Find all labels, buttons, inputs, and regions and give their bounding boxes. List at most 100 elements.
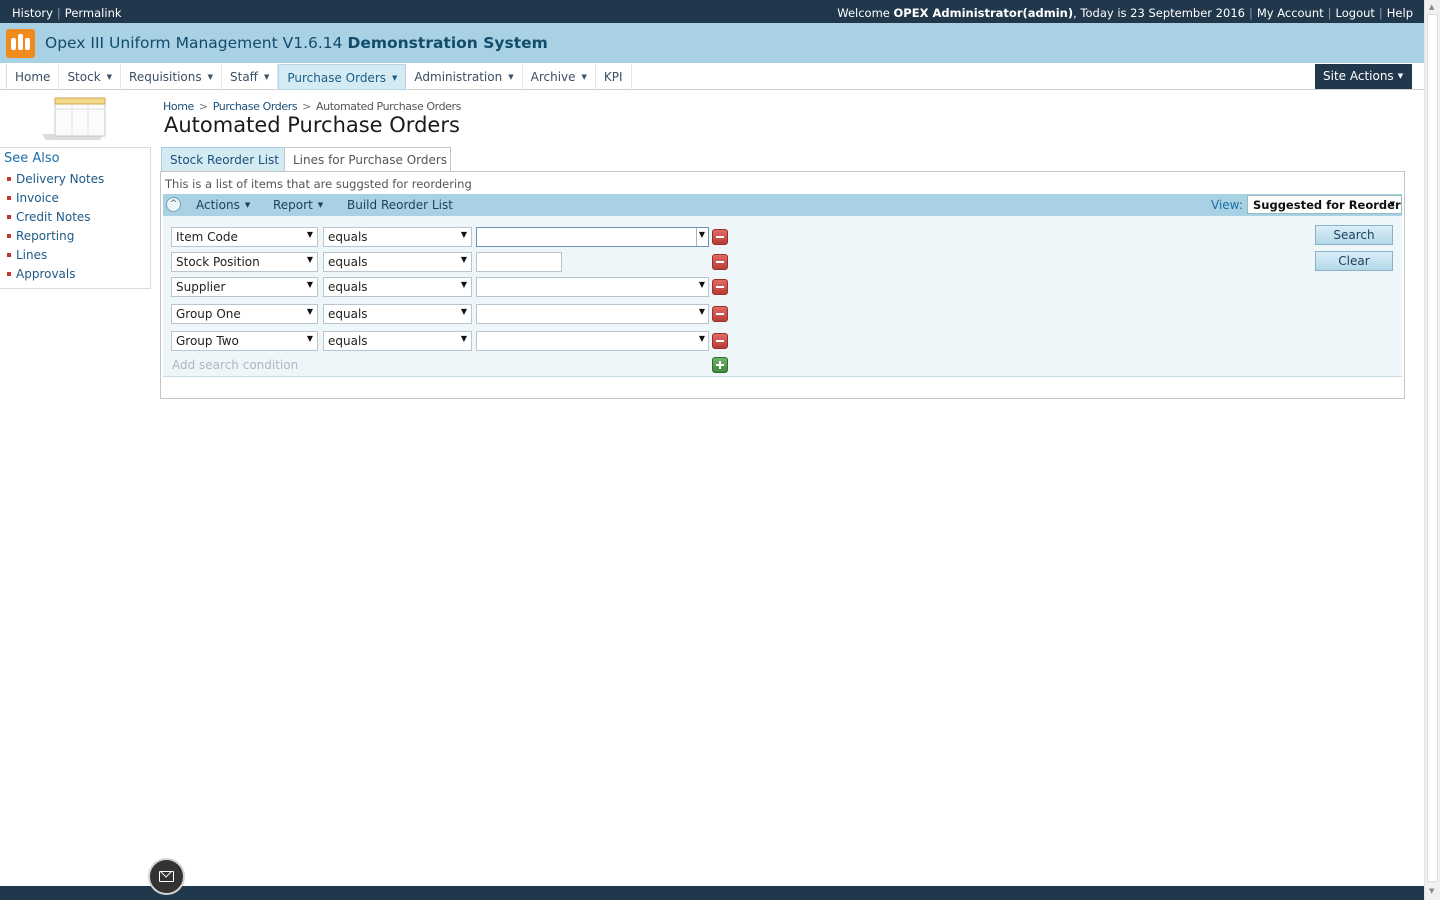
- breadcrumb-purchase-orders[interactable]: Purchase Orders: [213, 100, 298, 113]
- my-account-link[interactable]: My Account: [1257, 6, 1324, 20]
- app-logo-icon[interactable]: [6, 29, 35, 58]
- field-select-group-two[interactable]: Group Two ▼: [171, 331, 318, 351]
- add-condition-plus-icon[interactable]: [712, 357, 728, 373]
- view-select[interactable]: Suggested for Reorder ▼: [1247, 195, 1402, 214]
- remove-condition-minus-icon[interactable]: [712, 333, 728, 349]
- tab-stock-reorder-list[interactable]: Stock Reorder List: [161, 147, 285, 172]
- bullet-icon: [7, 215, 11, 219]
- nav-item-archive[interactable]: Archive ▼: [523, 64, 596, 90]
- tab-lines-for-purchase-orders[interactable]: Lines for Purchase Orders: [284, 147, 451, 172]
- chevron-down-icon: ▼: [106, 73, 113, 81]
- nav-item-stock[interactable]: Stock ▼: [59, 64, 122, 90]
- top-bar-left: History | Permalink: [12, 6, 122, 20]
- field-select-item-code[interactable]: Item Code ▼: [171, 227, 318, 247]
- welcome-text: Welcome: [837, 6, 894, 20]
- actions-menu[interactable]: Actions ▼: [196, 198, 250, 212]
- today-text: , Today is 23 September 2016: [1073, 6, 1245, 20]
- dropdown-arrow-icon: ▼: [306, 334, 313, 343]
- scrollbar-thumb[interactable]: [1427, 14, 1438, 882]
- operator-select-group-two[interactable]: equals ▼: [323, 331, 472, 351]
- build-reorder-list-button[interactable]: Build Reorder List: [347, 198, 453, 212]
- dropdown-arrow-icon: ▼: [460, 307, 467, 316]
- operator-select-supplier[interactable]: equals ▼: [323, 277, 472, 297]
- view-label: View:: [1211, 198, 1243, 212]
- list-toolbar: ^ Actions ▼ Report ▼ Build Reorder List Vi…: [163, 194, 1402, 216]
- site-actions-button[interactable]: Site Actions ▼: [1315, 64, 1412, 89]
- see-also-panel: See Also Delivery Notes Invoice Credit Not…: [0, 147, 151, 289]
- remove-condition-minus-icon[interactable]: [712, 306, 728, 322]
- see-also-list: Delivery Notes Invoice Credit Notes Reporti…: [7, 172, 104, 286]
- dropdown-arrow-icon: ▼: [460, 334, 467, 343]
- dropdown-arrow-icon: ▼: [460, 280, 467, 289]
- nav-item-purchase-orders[interactable]: Purchase Orders ▼: [278, 64, 407, 90]
- dropdown-arrow-icon: ▼: [698, 280, 705, 289]
- dropdown-arrow-icon: ▼: [306, 255, 313, 264]
- help-link[interactable]: Help: [1387, 6, 1413, 20]
- nav-item-home[interactable]: Home: [7, 64, 60, 90]
- dropdown-arrow-icon: ▼: [306, 280, 313, 289]
- see-also-link-delivery-notes[interactable]: Delivery Notes: [7, 172, 104, 191]
- see-also-title: See Also: [4, 151, 60, 166]
- chevron-down-icon: ▼: [263, 73, 270, 81]
- breadcrumb-home[interactable]: Home: [163, 100, 194, 113]
- top-bar-right: Welcome OPEX Administrator(admin), Today…: [837, 6, 1413, 20]
- remove-condition-minus-icon[interactable]: [712, 254, 728, 270]
- list-description: This is a list of items that are suggste…: [165, 177, 472, 191]
- page-image-icon: [42, 97, 106, 140]
- see-also-link-approvals[interactable]: Approvals: [7, 267, 104, 286]
- permalink-link[interactable]: Permalink: [65, 6, 122, 20]
- dropdown-arrow-icon: ▼: [306, 230, 313, 239]
- history-link[interactable]: History: [12, 6, 53, 20]
- dropdown-arrow-icon: ▼: [698, 334, 705, 343]
- scroll-down-icon[interactable]: ▼: [1429, 887, 1434, 895]
- dropdown-arrow-icon: ▼: [306, 307, 313, 316]
- nav-item-administration[interactable]: Administration ▼: [406, 64, 523, 90]
- search-conditions-area: Item Code ▼ equals ▼ ▼ Stock Position ▼ equals ▼…: [163, 216, 1402, 377]
- add-search-condition-link[interactable]: Add search condition: [172, 358, 298, 372]
- remove-condition-minus-icon[interactable]: [712, 279, 728, 295]
- scroll-up-icon[interactable]: ▲: [1429, 3, 1434, 11]
- value-combo-item-code[interactable]: ▼: [476, 227, 709, 247]
- clear-button[interactable]: Clear: [1315, 251, 1393, 271]
- chevron-down-icon: ▼: [207, 73, 213, 81]
- field-select-supplier[interactable]: Supplier ▼: [171, 277, 318, 297]
- nav-item-requisitions[interactable]: Requisitions ▼: [121, 64, 222, 90]
- logout-link[interactable]: Logout: [1336, 6, 1375, 20]
- value-combo-group-one[interactable]: ▼: [476, 304, 709, 324]
- field-select-stock-position[interactable]: Stock Position ▼: [171, 252, 318, 272]
- bottom-bar: [0, 886, 1424, 900]
- nav-item-staff[interactable]: Staff ▼: [222, 64, 279, 90]
- operator-select-stock-position[interactable]: equals ▼: [323, 252, 472, 272]
- bullet-icon: [7, 253, 11, 257]
- value-combo-supplier[interactable]: ▼: [476, 277, 709, 297]
- value-input-stock-position[interactable]: [476, 252, 562, 272]
- dropdown-arrow-icon: ▼: [698, 230, 705, 239]
- bullet-icon: [7, 177, 11, 181]
- see-also-link-reporting[interactable]: Reporting: [7, 229, 104, 248]
- remove-condition-minus-icon[interactable]: [712, 229, 728, 245]
- title-bar: Opex III Uniform Management V1.6.14 Demo…: [0, 23, 1424, 63]
- bullet-icon: [7, 234, 11, 238]
- search-button[interactable]: Search: [1315, 225, 1393, 245]
- chevron-down-icon: ▼: [508, 73, 514, 81]
- bullet-icon: [7, 272, 11, 276]
- operator-select-group-one[interactable]: equals ▼: [323, 304, 472, 324]
- operator-select-item-code[interactable]: equals ▼: [323, 227, 472, 247]
- value-combo-group-two[interactable]: ▼: [476, 331, 709, 351]
- nav-item-kpi[interactable]: KPI: [596, 64, 632, 90]
- vertical-scrollbar[interactable]: ▲ ▼: [1424, 0, 1440, 900]
- report-menu[interactable]: Report ▼: [273, 198, 323, 212]
- dropdown-arrow-icon: ▼: [698, 307, 705, 316]
- top-navigation: Home Stock ▼ Requisitions ▼ Staff ▼ Purchase Or…: [0, 63, 1424, 90]
- breadcrumb-current: Automated Purchase Orders: [316, 100, 461, 113]
- collapse-icon[interactable]: ^: [166, 197, 181, 212]
- dropdown-arrow-icon: ▼: [460, 255, 467, 264]
- nav-list: Home Stock ▼ Requisitions ▼ Staff ▼ Purchase Or…: [6, 64, 632, 90]
- see-also-link-lines[interactable]: Lines: [7, 248, 104, 267]
- mail-icon[interactable]: [148, 858, 185, 895]
- app-title[interactable]: Opex III Uniform Management V1.6.14 Demo…: [45, 34, 548, 52]
- user-name: OPEX Administrator(admin): [893, 6, 1074, 20]
- see-also-link-credit-notes[interactable]: Credit Notes: [7, 210, 104, 229]
- field-select-group-one[interactable]: Group One ▼: [171, 304, 318, 324]
- see-also-link-invoice[interactable]: Invoice: [7, 191, 104, 210]
